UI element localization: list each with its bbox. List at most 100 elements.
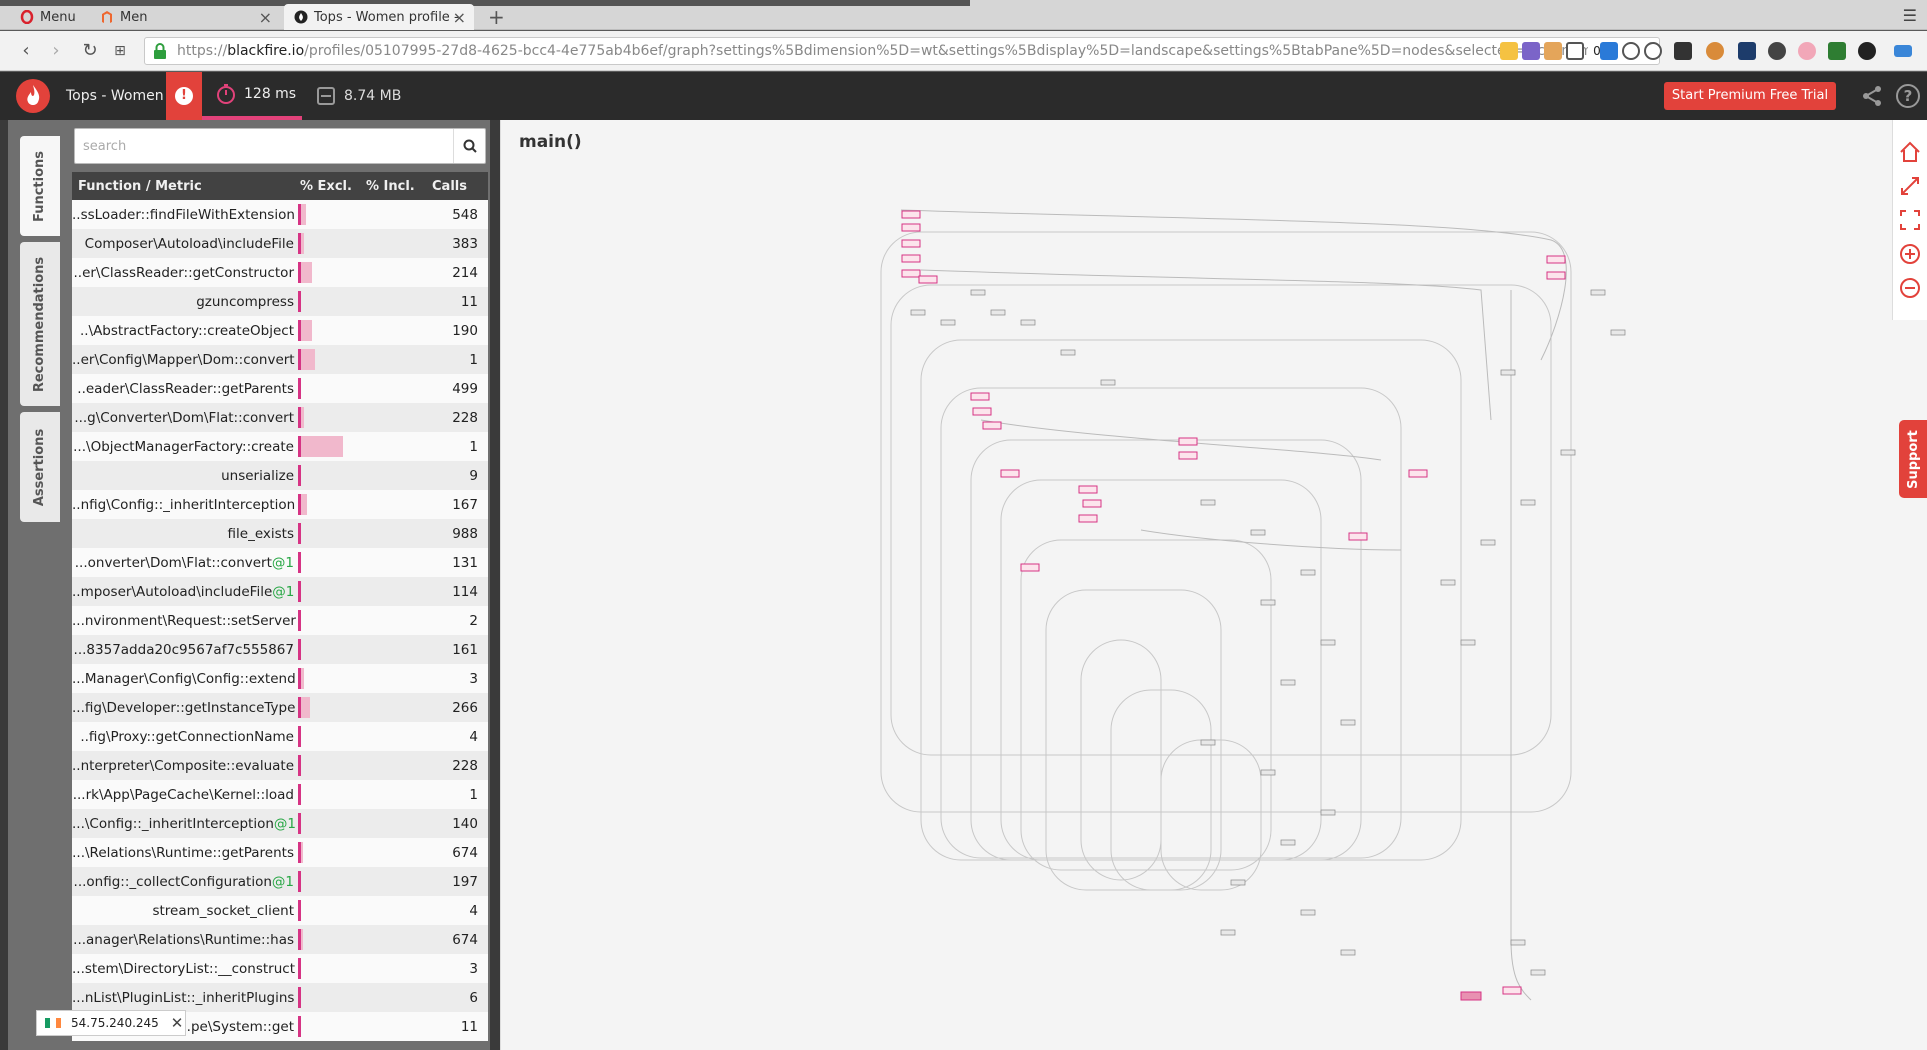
alert-button[interactable]: ! (166, 72, 202, 120)
graph-node[interactable] (970, 392, 990, 401)
tab-recommendations[interactable]: Recommendations (20, 242, 60, 406)
graph-node[interactable] (1480, 539, 1496, 546)
table-row[interactable]: ...\ObjectManagerFactory::create 1 (72, 432, 488, 461)
graph-node[interactable] (1320, 809, 1336, 816)
graph-node[interactable] (1200, 499, 1216, 506)
graph-node[interactable] (1220, 929, 1236, 936)
table-row[interactable]: ..\AbstractFactory::createObject 190 (72, 316, 488, 345)
table-row[interactable]: ...\Config::_inheritInterception@1 140 (72, 809, 488, 838)
graph-node[interactable] (1178, 451, 1198, 460)
blackfire-extension-icon[interactable] (1858, 42, 1876, 60)
graph-node[interactable] (1280, 839, 1296, 846)
url-field[interactable]: https://blackfire.io/profiles/05107995-2… (144, 37, 1660, 65)
graph-node[interactable] (1200, 739, 1216, 746)
graph-node[interactable] (1440, 579, 1456, 586)
home-icon[interactable] (1898, 140, 1922, 164)
graph-node[interactable] (1300, 569, 1316, 576)
emoji-icon[interactable] (1622, 42, 1640, 60)
graph-node[interactable] (1610, 329, 1626, 336)
blackfire-logo-icon[interactable] (16, 79, 50, 113)
note-extension-icon[interactable] (1544, 42, 1562, 60)
table-row[interactable]: stream_socket_client 4 (72, 896, 488, 925)
x-extension-icon[interactable] (1600, 42, 1618, 60)
table-row[interactable]: ..mposer\Autoload\includeFile@1 114 (72, 577, 488, 606)
close-icon[interactable]: × (453, 8, 466, 27)
graph-node[interactable] (1340, 949, 1356, 956)
graph-node[interactable] (1408, 469, 1428, 478)
expand-icon[interactable] (1898, 174, 1922, 198)
table-row[interactable]: Composer\Autoload\includeFile 383 (72, 229, 488, 258)
graph-node[interactable] (1082, 499, 1102, 508)
graph-node[interactable] (1020, 563, 1040, 572)
table-row[interactable]: ..nfig\Config::_inheritInterception 167 (72, 490, 488, 519)
help-icon[interactable]: ? (1896, 84, 1920, 108)
table-row[interactable]: ...rk\App\PageCache\Kernel::load 1 (72, 780, 488, 809)
graph-node[interactable] (1320, 639, 1336, 646)
graph-node[interactable] (901, 223, 921, 232)
graph-node[interactable] (910, 309, 926, 316)
reload-icon[interactable]: ↻ (78, 39, 102, 63)
table-row[interactable]: ...onverter\Dom\Flat::convert@1 131 (72, 548, 488, 577)
graph-node[interactable] (901, 239, 921, 248)
support-button[interactable]: Support (1899, 420, 1927, 498)
graph-node[interactable] (901, 210, 921, 219)
cube-extension-icon[interactable] (1522, 42, 1540, 60)
graph-node[interactable] (1460, 991, 1482, 1001)
table-row[interactable]: ...nList\PluginList::_inheritPlugins 6 (72, 983, 488, 1012)
search-button[interactable] (453, 129, 485, 163)
graph-node[interactable] (1078, 485, 1098, 494)
table-row[interactable]: unserialize 9 (72, 461, 488, 490)
zoom-out-icon[interactable] (1898, 276, 1922, 300)
heart-icon[interactable] (1644, 42, 1662, 60)
table-row[interactable]: ..ssLoader::findFileWithExtension 548 (72, 200, 488, 229)
cookie-icon[interactable] (1706, 42, 1724, 60)
graph-node[interactable] (1300, 909, 1316, 916)
graph-node[interactable] (1078, 514, 1098, 523)
graph-node[interactable] (1546, 255, 1566, 264)
window-menu-icon[interactable]: ☰ (1903, 6, 1917, 25)
graph-node[interactable] (970, 289, 986, 296)
graph-node[interactable] (1530, 969, 1546, 976)
table-row[interactable]: ..eader\ClassReader::getParents 499 (72, 374, 488, 403)
tab-tops-women[interactable]: Tops - Women profile - × (284, 4, 474, 30)
graph-node[interactable] (1230, 879, 1246, 886)
wordpress-icon[interactable] (1768, 42, 1786, 60)
refresh-extension-icon[interactable] (1566, 42, 1584, 60)
table-row[interactable]: ...nvironment\Request::setServer 2 (72, 606, 488, 635)
table-row[interactable]: ...anager\Relations\Runtime::has 674 (72, 925, 488, 954)
back-icon[interactable]: ‹ (14, 39, 38, 63)
graph-node[interactable] (972, 407, 992, 416)
graph-node[interactable] (1546, 271, 1566, 280)
table-row[interactable]: gzuncompress 11 (72, 287, 488, 316)
table-row[interactable]: ..fig\Proxy::getConnectionName 4 (72, 722, 488, 751)
graph-node[interactable] (1250, 529, 1266, 536)
graph-node[interactable] (1348, 532, 1368, 541)
flash-icon[interactable] (1500, 42, 1518, 60)
tab-functions[interactable]: Functions (20, 136, 60, 236)
graph-node[interactable] (1280, 679, 1296, 686)
table-row[interactable]: ...8357adda20c9567af7c555867 161 (72, 635, 488, 664)
graph-node[interactable] (1060, 349, 1076, 356)
graph-node[interactable] (1000, 469, 1020, 478)
graph-node[interactable] (1520, 499, 1536, 506)
call-graph-canvas[interactable] (501, 120, 1893, 1050)
graph-node[interactable] (1500, 369, 1516, 376)
settings-extension-icon[interactable] (1674, 42, 1692, 60)
graph-node[interactable] (1510, 939, 1526, 946)
zoom-in-icon[interactable] (1898, 242, 1922, 266)
speed-dial-icon[interactable]: ⊞ (108, 39, 132, 63)
close-icon[interactable]: × (259, 8, 272, 27)
close-icon[interactable]: ✕ (171, 1014, 184, 1032)
graph-node[interactable] (901, 269, 921, 278)
graph-node[interactable] (982, 421, 1002, 430)
graph-node[interactable] (1502, 986, 1522, 995)
wall-time-metric[interactable]: 128 ms (202, 72, 302, 120)
graph-node[interactable] (1460, 639, 1476, 646)
graph-node[interactable] (1260, 599, 1276, 606)
tab-men[interactable]: Men × (90, 4, 280, 30)
table-row[interactable]: ..er\Config\Mapper\Dom::convert 1 (72, 345, 488, 374)
table-row[interactable]: ..er\ClassReader::getConstructor 214 (72, 258, 488, 287)
graph-node[interactable] (1260, 769, 1276, 776)
graph-node[interactable] (1020, 319, 1036, 326)
column-header-calls[interactable]: Calls (426, 179, 488, 194)
